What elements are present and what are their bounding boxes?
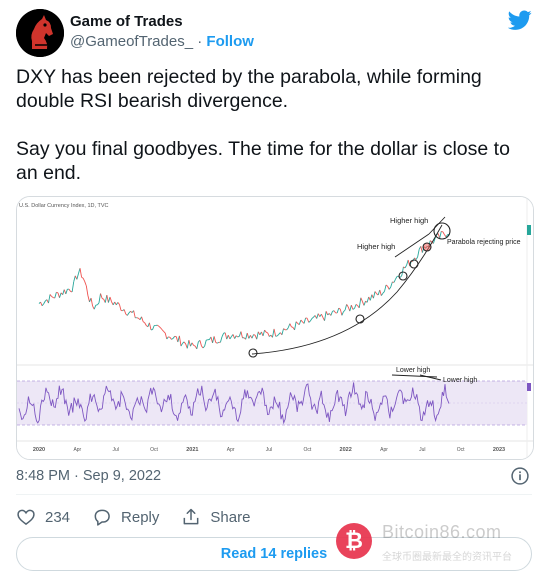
parabola-rejection-marker	[422, 242, 432, 252]
rsi-scale-marker	[527, 383, 531, 391]
share-icon	[183, 508, 199, 525]
handle-separator: ·	[197, 33, 203, 50]
author-name[interactable]: Game of Trades	[70, 13, 183, 30]
avatar[interactable]	[16, 9, 64, 57]
knight-logo-icon	[16, 9, 64, 57]
x-axis-label: Jul	[112, 447, 118, 453]
reply-bubble-icon	[94, 509, 110, 526]
price-segment	[291, 326, 294, 328]
x-axis-label: 2020	[33, 447, 45, 453]
x-axis-label: Apr	[73, 447, 81, 453]
x-axis-label: Oct	[303, 447, 311, 453]
price-segment	[237, 335, 240, 338]
divider	[16, 494, 532, 495]
author-handle-row: @GameofTrades_ · Follow	[70, 33, 254, 50]
reply-label: Reply	[121, 508, 160, 526]
x-axis-label: Jul	[419, 447, 425, 453]
action-bar: 234 Reply Share	[16, 505, 272, 529]
price-segment	[193, 344, 196, 347]
annotation-higher-high-left: Higher high	[357, 242, 395, 251]
read-replies-button[interactable]: Read 14 replies	[16, 537, 532, 571]
share-label: Share	[210, 508, 251, 526]
reply-button[interactable]: Reply	[92, 507, 159, 527]
chart-image[interactable]: U.S. Dollar Currency Index, 1D, TVC High…	[16, 196, 534, 460]
annotation-lower-high-left: Lower high	[396, 367, 430, 374]
annotation-higher-high-top: Higher high	[390, 216, 428, 225]
x-axis-label: 2023	[493, 447, 505, 453]
x-axis-label: 2022	[340, 447, 352, 453]
info-icon[interactable]	[510, 466, 530, 486]
x-axis-label: Oct	[457, 447, 465, 453]
chart-header: U.S. Dollar Currency Index, 1D, TVC	[19, 203, 108, 209]
like-button[interactable]: 234	[16, 507, 70, 527]
like-count: 234	[45, 508, 71, 526]
price-scale-marker	[527, 225, 531, 235]
tweet-timestamp[interactable]: 8:48 PM · Sep 9, 2022	[16, 468, 161, 484]
heart-icon	[17, 509, 35, 526]
author-handle[interactable]: @GameofTrades_	[70, 33, 193, 50]
follow-button[interactable]: Follow	[206, 33, 254, 50]
x-axis-label: Oct	[150, 447, 158, 453]
price-segment	[253, 334, 256, 336]
tweet-text: DXY has been rejected by the parabola, w…	[16, 66, 510, 184]
share-button[interactable]: Share	[181, 507, 250, 527]
dxy-chart: U.S. Dollar Currency Index, 1D, TVC High…	[17, 197, 533, 459]
annotation-parabola: Parabola rejecting price	[447, 239, 521, 246]
twitter-bird-icon[interactable]	[508, 8, 532, 32]
annotation-lower-high-right: Lower high	[443, 377, 477, 384]
tweet-card: Game of Trades @GameofTrades_ · Follow D…	[0, 0, 549, 584]
x-axis-label: Apr	[227, 447, 235, 453]
x-axis-label: Jul	[266, 447, 272, 453]
x-axis-label: 2021	[186, 447, 198, 453]
x-axis-label: Apr	[380, 447, 388, 453]
